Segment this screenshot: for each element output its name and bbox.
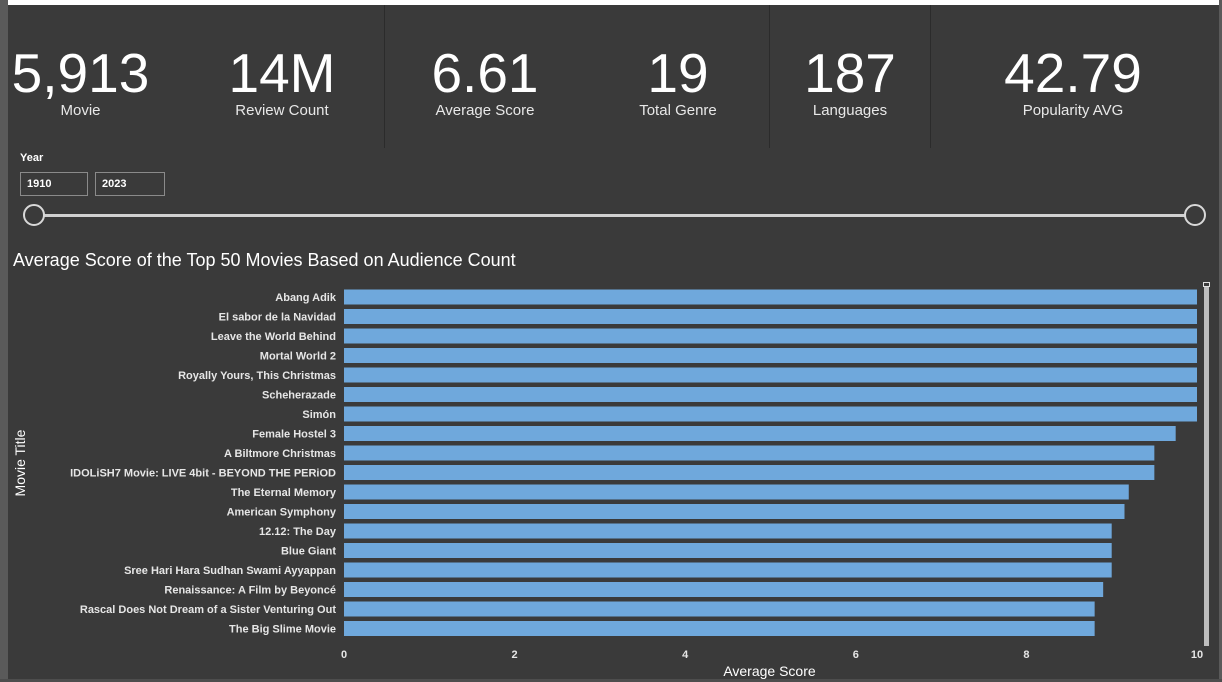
- kpi-value: 5,913: [11, 42, 150, 104]
- kpi-total-genre[interactable]: 19 Total Genre: [618, 43, 738, 120]
- bar[interactable]: [344, 387, 1197, 402]
- bar[interactable]: [344, 621, 1095, 636]
- bar[interactable]: [344, 426, 1176, 441]
- bar[interactable]: [344, 309, 1197, 324]
- kpi-label: Movie: [60, 102, 101, 119]
- y-tick-label: Female Hostel 3: [252, 429, 336, 441]
- x-tick-label: 10: [1191, 649, 1203, 661]
- x-tick-label: 8: [1023, 649, 1029, 661]
- y-tick-label: Royally Yours, This Christmas: [178, 370, 336, 382]
- year-end-input[interactable]: 2023: [95, 172, 165, 196]
- y-tick-label: Rascal Does Not Dream of a Sister Ventur…: [80, 604, 336, 616]
- y-tick-label: Renaissance: A Film by Beyoncé: [164, 585, 336, 597]
- y-tick-label: Mortal World 2: [260, 351, 336, 363]
- kpi-label: Review Count: [235, 102, 329, 119]
- y-tick-label: Simón: [302, 409, 336, 421]
- kpi-review-count[interactable]: 14M Review Count: [212, 43, 352, 120]
- chart-scrollbar-thumb[interactable]: [1203, 282, 1210, 287]
- kpi-average-score[interactable]: 6.61 Average Score: [415, 43, 555, 120]
- y-tick-label: Abang Adik: [275, 292, 337, 304]
- kpi-value: 187: [804, 42, 896, 104]
- kpi-movie[interactable]: 5,913 Movie: [8, 43, 153, 120]
- kpi-row: 5,913 Movie 14M Review Count 6.61 Averag…: [8, 5, 1219, 148]
- y-tick-label: 12.12: The Day: [259, 526, 337, 538]
- x-tick-label: 4: [682, 649, 689, 661]
- y-tick-label: Leave the World Behind: [211, 331, 336, 343]
- bar[interactable]: [344, 543, 1112, 558]
- year-start-input[interactable]: 1910: [20, 172, 88, 196]
- y-tick-label: American Symphony: [227, 507, 337, 519]
- bar[interactable]: [344, 328, 1197, 344]
- kpi-divider: [930, 5, 931, 148]
- x-tick-label: 2: [512, 649, 518, 661]
- kpi-label: Languages: [812, 102, 888, 119]
- bar[interactable]: [344, 582, 1104, 597]
- bar[interactable]: [344, 289, 1197, 305]
- year-slider-end-handle[interactable]: [1184, 204, 1206, 226]
- bar[interactable]: [344, 348, 1197, 363]
- y-tick-label: IDOLiSH7 Movie: LIVE 4bit - BEYOND THE P…: [70, 468, 336, 480]
- year-slider-track[interactable]: [34, 214, 1196, 217]
- bar[interactable]: [344, 562, 1112, 578]
- kpi-divider: [384, 5, 385, 148]
- kpi-value: 42.79: [1004, 42, 1142, 104]
- kpi-label: Total Genre: [639, 102, 717, 119]
- chart-title: Average Score of the Top 50 Movies Based…: [13, 250, 516, 270]
- y-tick-label: Scheherazade: [262, 390, 336, 402]
- y-tick-label: Sree Hari Hara Sudhan Swami Ayyappan: [124, 565, 336, 577]
- x-tick-label: 0: [341, 649, 347, 661]
- y-tick-label: El sabor de la Navidad: [219, 312, 336, 324]
- bar[interactable]: [344, 484, 1129, 500]
- bar[interactable]: [344, 367, 1197, 383]
- x-tick-label: 6: [853, 649, 859, 661]
- kpi-divider: [769, 5, 770, 148]
- year-slider-start-handle[interactable]: [23, 204, 45, 226]
- bar[interactable]: [344, 523, 1112, 539]
- y-tick-label: A Biltmore Christmas: [224, 448, 336, 460]
- bar-chart: Abang Adik El sabor de la Navidad Leave th…: [70, 289, 1203, 679]
- bar[interactable]: [344, 406, 1197, 422]
- kpi-popularity-avg[interactable]: 42.79 Popularity AVG: [993, 43, 1153, 120]
- kpi-label: Popularity AVG: [1022, 102, 1124, 119]
- kpi-value: 19: [647, 42, 709, 104]
- year-filter-label: Year: [20, 152, 44, 164]
- bar[interactable]: [344, 445, 1155, 461]
- y-tick-label: The Eternal Memory: [231, 487, 337, 499]
- y-tick-label: The Big Slime Movie: [229, 624, 336, 636]
- kpi-value: 14M: [228, 42, 336, 104]
- x-axis-title: Average Score: [723, 663, 816, 679]
- chart-scrollbar[interactable]: [1204, 282, 1209, 646]
- y-tick-label: Blue Giant: [281, 546, 336, 558]
- bar[interactable]: [344, 504, 1125, 519]
- kpi-value: 6.61: [431, 42, 539, 104]
- kpi-label: Average Score: [435, 102, 535, 119]
- bar[interactable]: [344, 465, 1155, 480]
- kpi-languages[interactable]: 187 Languages: [790, 43, 910, 120]
- bar[interactable]: [344, 601, 1095, 617]
